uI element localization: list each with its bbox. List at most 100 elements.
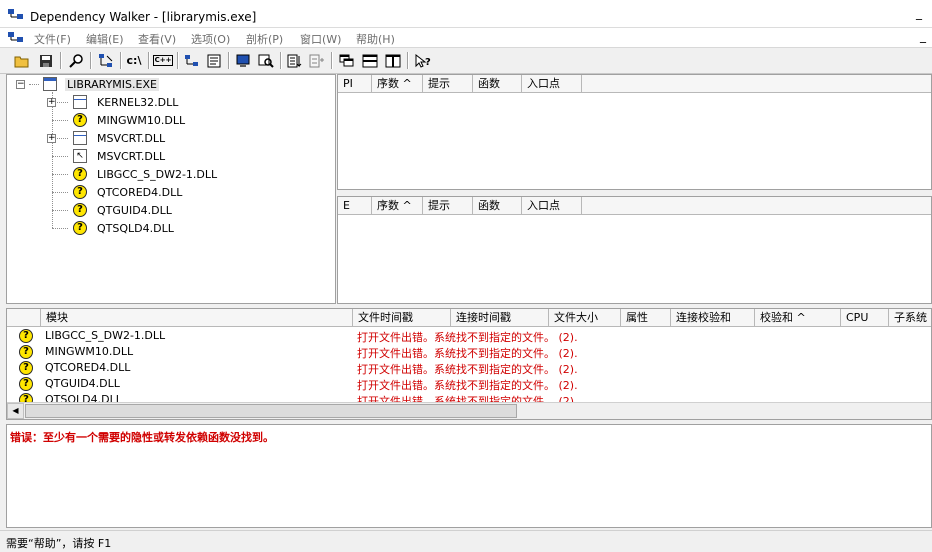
menu-profile[interactable]: 剖析(P) (246, 31, 283, 47)
menu-window[interactable]: 窗口(W) (300, 31, 341, 47)
column-header-e[interactable]: E (338, 197, 372, 215)
column-header-subsystem[interactable]: 子系统 (889, 309, 931, 327)
scroll-left-icon[interactable]: ◀ (7, 403, 24, 419)
table-row[interactable]: ? LIBGCC_S_DW2-1.DLL 打开文件出错。系统找不到指定的文件。 … (7, 328, 931, 344)
table-row[interactable]: ? MINGWM10.DLL 打开文件出错。系统找不到指定的文件。 (2). (7, 344, 931, 360)
exports-pane[interactable]: E 序数 ^ 提示 函数 入口点 (337, 196, 932, 304)
log-pane[interactable]: 错误：至少有一个需要的隐性或转发依赖函数没找到。 (6, 424, 932, 528)
menu-edit[interactable]: 编辑(E) (86, 31, 124, 47)
collapse-root-icon[interactable]: − (16, 80, 25, 89)
column-header-hint[interactable]: 提示 (423, 75, 473, 93)
missing-module-icon: ? (19, 345, 33, 359)
tree-node[interactable]: KERNEL32.DLL (73, 94, 180, 110)
module-error: 打开文件出错。系统找不到指定的文件。 (2). (357, 363, 578, 376)
status-bar: 需要“帮助”，请按 F1 (0, 530, 932, 552)
tree-root-node[interactable]: LIBRARYMIS.EXE (43, 76, 159, 92)
module-error: 打开文件出错。系统找不到指定的文件。 (2). (357, 379, 578, 392)
tree-node-label: QTSQLD4.DLL (97, 221, 174, 235)
column-header-hint[interactable]: 提示 (423, 197, 473, 215)
column-header-link-timestamp[interactable]: 连接时间戳 (451, 309, 549, 327)
tree-node[interactable]: ? QTCORED4.DLL (73, 184, 184, 200)
c-path-icon[interactable]: c:\ (124, 51, 144, 70)
column-header-function[interactable]: 函数 (473, 75, 522, 93)
tree-node[interactable]: ? QTSQLD4.DLL (73, 220, 176, 236)
column-header-file-timestamp[interactable]: 文件时间戳 (353, 309, 451, 327)
module-icon (73, 95, 87, 109)
find-icon[interactable] (66, 51, 86, 70)
module-name: LIBGCC_S_DW2-1.DLL (45, 329, 166, 342)
save-icon[interactable] (36, 51, 56, 70)
menu-options[interactable]: 选项(O) (191, 31, 230, 47)
tree-node-label: MINGWM10.DLL (97, 113, 186, 127)
module-icon (73, 131, 87, 145)
scrollbar-thumb[interactable] (25, 404, 517, 418)
find-next-icon[interactable] (256, 51, 276, 70)
column-header-entry-point[interactable]: 入口点 (522, 197, 582, 215)
open-icon[interactable] (12, 51, 32, 70)
module-tree-pane[interactable]: − LIBRARYMIS.EXE + KERNEL32.DLL ? MINGWM… (6, 74, 336, 304)
column-header-entry-point[interactable]: 入口点 (522, 75, 582, 93)
help-icon[interactable]: ? (413, 51, 433, 70)
tree-node-label: QTCORED4.DLL (97, 185, 183, 199)
tree-node[interactable]: MSVCRT.DLL (73, 130, 167, 146)
module-list-pane[interactable]: 模块 文件时间戳 连接时间戳 文件大小 属性 连接校验和 校验和 ^ CPU 子… (6, 308, 932, 420)
view-icon[interactable] (233, 51, 253, 70)
expand-msvcrt-icon[interactable]: + (47, 134, 56, 143)
menu-view[interactable]: 查看(V) (138, 31, 176, 47)
tree-node[interactable]: ↖ MSVCRT.DLL (73, 148, 167, 164)
module-name: QTSQLD4.DLL (45, 393, 122, 402)
column-header-checksum[interactable]: 校验和 ^ (755, 309, 841, 327)
table-row[interactable]: ? QTSQLD4.DLL 打开文件出错。系统找不到指定的文件。 (2). (7, 392, 931, 402)
column-header-attributes[interactable]: 属性 (621, 309, 671, 327)
sort-icon[interactable] (285, 51, 305, 70)
tile-horizontal-icon[interactable] (360, 51, 380, 70)
missing-module-icon: ? (73, 113, 87, 127)
document-minimize-button[interactable]: _ (920, 30, 926, 42)
tile-vertical-icon[interactable] (383, 51, 403, 70)
document-icon (8, 32, 23, 42)
properties-icon[interactable] (204, 51, 224, 70)
column-header-function[interactable]: 函数 (473, 197, 522, 215)
column-header-module[interactable]: 模块 (41, 309, 353, 327)
unknown-icon[interactable] (307, 51, 327, 70)
table-row[interactable]: ? QTCORED4.DLL 打开文件出错。系统找不到指定的文件。 (2). (7, 360, 931, 376)
module-name: QTCORED4.DLL (45, 361, 131, 374)
menu-file[interactable]: 文件(F) (34, 31, 71, 47)
toolbar: c:\ C++ ? (0, 48, 932, 74)
tree-node[interactable]: ? QTGUID4.DLL (73, 202, 174, 218)
expand-kernel32-icon[interactable]: + (47, 98, 56, 107)
module-name: MINGWM10.DLL (45, 345, 134, 358)
column-header-pi[interactable]: PI (338, 75, 372, 93)
parent-imports-pane[interactable]: PI 序数 ^ 提示 函数 入口点 (337, 74, 932, 190)
column-header-ordinal[interactable]: 序数 ^ (372, 197, 423, 215)
menu-help[interactable]: 帮助(H) (356, 31, 395, 47)
missing-module-icon: ? (73, 185, 87, 199)
module-error: 打开文件出错。系统找不到指定的文件。 (2). (357, 331, 578, 344)
missing-module-icon: ? (73, 221, 87, 235)
column-header-ordinal[interactable]: 序数 ^ (372, 75, 423, 93)
module-error: 打开文件出错。系统找不到指定的文件。 (2). (357, 347, 578, 360)
window-minimize-button[interactable]: _ (912, 7, 926, 22)
tree-node[interactable]: ? LIBGCC_S_DW2-1.DLL (73, 166, 219, 182)
app-icon (8, 9, 23, 19)
column-header-cpu[interactable]: CPU (841, 309, 889, 327)
tree-icon[interactable] (182, 51, 202, 70)
missing-module-icon: ? (19, 377, 33, 391)
forwarded-module-icon: ↖ (73, 149, 87, 163)
column-header-icon[interactable] (7, 309, 41, 327)
missing-module-icon: ? (73, 203, 87, 217)
window-title: Dependency Walker - [librarymis.exe] (30, 10, 257, 24)
svg-text:?: ? (425, 57, 431, 68)
exe-module-icon (43, 77, 57, 91)
cpp-icon[interactable]: C++ (152, 51, 174, 70)
table-row[interactable]: ? QTGUID4.DLL 打开文件出错。系统找不到指定的文件。 (2). (7, 376, 931, 392)
title-bar: Dependency Walker - [librarymis.exe] _ (0, 0, 932, 28)
cpp-label: C++ (152, 55, 174, 66)
missing-module-icon: ? (19, 329, 33, 343)
column-header-file-size[interactable]: 文件大小 (549, 309, 621, 327)
tree-node[interactable]: ? MINGWM10.DLL (73, 112, 187, 128)
config-icon[interactable] (96, 51, 116, 70)
cascade-icon[interactable] (337, 51, 357, 70)
horizontal-scrollbar[interactable]: ◀ (7, 402, 931, 419)
column-header-link-checksum[interactable]: 连接校验和 (671, 309, 755, 327)
